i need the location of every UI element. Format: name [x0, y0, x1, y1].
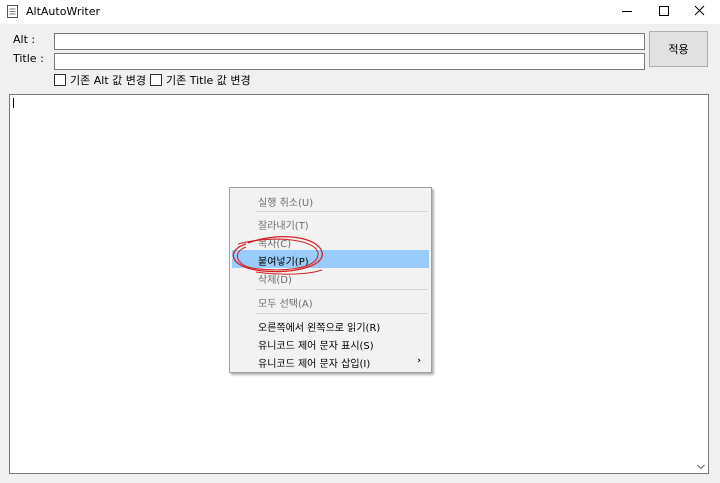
text-caret: [13, 98, 14, 108]
title-bar: AltAutoWriter: [0, 0, 720, 24]
minimize-button[interactable]: [610, 0, 644, 24]
change-title-checkbox-label: 기존 Title 값 변경: [166, 73, 251, 87]
close-icon: [694, 5, 705, 16]
menu-item-insert-unicode-label: 유니코드 제어 문자 삽입(I): [258, 359, 371, 370]
change-alt-checkbox-label: 기존 Alt 값 변경: [70, 73, 146, 87]
alt-field-box: [54, 33, 645, 50]
menu-item-paste[interactable]: 붙여넣기(P): [232, 250, 429, 268]
menu-item-delete[interactable]: 삭제(D): [232, 268, 429, 286]
menu-item-copy[interactable]: 복사(C): [232, 232, 429, 250]
context-menu: 실행 취소(U) 잘라내기(T) 복사(C) 붙여넣기(P) 삭제(D) 모두 …: [229, 187, 432, 373]
maximize-button[interactable]: [646, 0, 680, 24]
menu-item-show-unicode-label: 유니코드 제어 문자 표시(S): [258, 341, 374, 352]
apply-button[interactable]: 적용: [649, 31, 708, 67]
maximize-icon: [659, 6, 669, 16]
window-title: AltAutoWriter: [26, 5, 100, 18]
menu-item-paste-label: 붙여넣기(P): [258, 257, 309, 268]
menu-separator: [256, 289, 428, 290]
menu-item-copy-label: 복사(C): [258, 239, 292, 250]
change-title-checkbox[interactable]: [150, 73, 162, 86]
app-icon: [7, 5, 18, 18]
menu-item-select-all[interactable]: 모두 선택(A): [232, 292, 429, 310]
menu-item-cut[interactable]: 잘라내기(T): [232, 214, 429, 232]
scroll-down-icon[interactable]: [697, 464, 705, 470]
title-label: Title :: [13, 52, 44, 65]
menu-item-rtl-reading-label: 오른쪽에서 왼쪽으로 읽기(R): [258, 323, 381, 334]
menu-item-show-unicode[interactable]: 유니코드 제어 문자 표시(S): [232, 334, 429, 352]
close-button[interactable]: [682, 0, 716, 24]
menu-item-cut-label: 잘라내기(T): [258, 221, 309, 232]
menu-separator: [256, 313, 428, 314]
menu-separator: [256, 211, 428, 212]
alt-input[interactable]: [55, 34, 644, 49]
submenu-arrow-icon: ›: [417, 356, 421, 366]
menu-item-insert-unicode[interactable]: 유니코드 제어 문자 삽입(I) ›: [232, 352, 429, 370]
minimize-icon: [622, 11, 632, 12]
title-input[interactable]: [55, 54, 644, 69]
title-field-box: [54, 53, 645, 70]
menu-item-undo[interactable]: 실행 취소(U): [232, 191, 429, 209]
change-alt-checkbox-row[interactable]: 기존 Alt 값 변경: [54, 73, 146, 87]
change-title-checkbox-row[interactable]: 기존 Title 값 변경: [150, 73, 251, 87]
alt-label: Alt :: [13, 33, 36, 46]
menu-item-select-all-label: 모두 선택(A): [258, 299, 313, 310]
change-alt-checkbox[interactable]: [54, 73, 66, 86]
menu-item-rtl-reading[interactable]: 오른쪽에서 왼쪽으로 읽기(R): [232, 316, 429, 334]
menu-item-delete-label: 삭제(D): [258, 275, 292, 286]
menu-item-undo-label: 실행 취소(U): [258, 198, 314, 209]
